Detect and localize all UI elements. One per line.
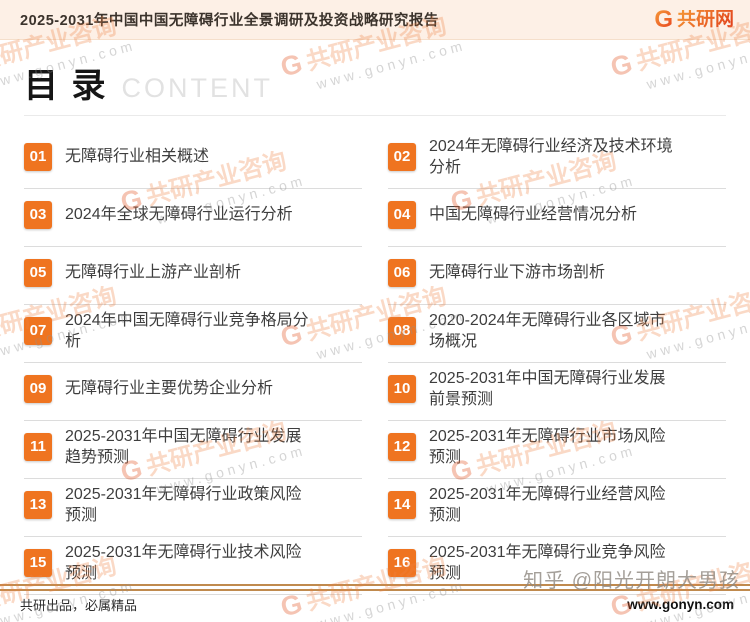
toc-item-number: 13 (24, 490, 52, 519)
toc-item-05[interactable]: 05 无障碍行业上游产业剖析 (24, 247, 362, 305)
toc-item-number: 03 (24, 200, 52, 229)
toc-item-12[interactable]: 12 2025-2031年无障碍行业市场风险预测 (388, 421, 726, 479)
toc-item-01[interactable]: 01 无障碍行业相关概述 (24, 131, 362, 189)
toc-item-number: 06 (388, 258, 416, 287)
toc-subtitle: CONTENT (121, 73, 273, 103)
toc-item-title: 2024年全球无障碍行业运行分析 (65, 206, 293, 223)
toc-item-number: 05 (24, 258, 52, 287)
toc-heading-divider (24, 115, 726, 116)
toc-item-title: 中国无障碍行业经营情况分析 (429, 206, 638, 223)
toc-item-title: 2025-2031年无障碍行业技术风险预测 (65, 543, 302, 582)
toc-item-03[interactable]: 03 2024年全球无障碍行业运行分析 (24, 189, 362, 247)
toc-item-09[interactable]: 09 无障碍行业主要优势企业分析 (24, 363, 362, 421)
toc-item-11[interactable]: 11 2025-2031年中国无障碍行业发展趋势预测 (24, 421, 362, 479)
toc-item-06[interactable]: 06 无障碍行业下游市场剖析 (388, 247, 726, 305)
toc-main: 目 录 CONTENT 01 无障碍行业相关概述 02 2024年无障碍行业经济… (24, 40, 726, 595)
toc-item-number: 11 (24, 432, 52, 461)
toc-item-title: 2025-2031年无障碍行业市场风险预测 (429, 427, 666, 466)
toc-item-number: 08 (388, 316, 416, 345)
toc-item-07[interactable]: 07 2024年中国无障碍行业竞争格局分析 (24, 305, 362, 363)
toc-item-title: 无障碍行业下游市场剖析 (429, 264, 606, 281)
toc-item-title: 2025-2031年无障碍行业竞争风险预测 (429, 543, 666, 582)
toc-item-title: 无障碍行业上游产业剖析 (65, 264, 242, 281)
page-footer: 共研出品，必属精品 www.gonyn.com (20, 595, 734, 614)
toc-item-number: 15 (24, 548, 52, 577)
toc-item-number: 02 (388, 142, 416, 171)
toc-item-number: 10 (388, 374, 416, 403)
toc-item-04[interactable]: 04 中国无障碍行业经营情况分析 (388, 189, 726, 247)
page-header: 2025-2031年中国中国无障碍行业全景调研及投资战略研究报告 G 共研网 (0, 0, 750, 40)
toc-item-13[interactable]: 13 2025-2031年无障碍行业政策风险预测 (24, 479, 362, 537)
toc-item-title: 无障碍行业相关概述 (65, 148, 210, 165)
toc-item-title: 无障碍行业主要优势企业分析 (65, 380, 274, 397)
toc-item-number: 12 (388, 432, 416, 461)
toc-item-title: 2025-2031年中国无障碍行业发展前景预测 (429, 369, 666, 408)
report-toc-page: 2025-2031年中国中国无障碍行业全景调研及投资战略研究报告 G 共研网 目… (0, 0, 750, 622)
toc-grid: 01 无障碍行业相关概述 02 2024年无障碍行业经济及技术环境分析 03 2… (24, 131, 726, 595)
toc-item-title: 2024年中国无障碍行业竞争格局分析 (65, 311, 309, 350)
brand-logo: G 共研网 (654, 5, 734, 33)
footer-slogan: 共研出品，必属精品 (20, 598, 138, 613)
toc-item-number: 16 (388, 548, 416, 577)
brand-logo-g-icon: G (654, 5, 673, 33)
toc-item-title: 2020-2024年无障碍行业各区域市场概况 (429, 311, 666, 350)
toc-item-10[interactable]: 10 2025-2031年中国无障碍行业发展前景预测 (388, 363, 726, 421)
toc-title: 目 录 (24, 67, 108, 105)
toc-item-number: 07 (24, 316, 52, 345)
toc-item-title: 2024年无障碍行业经济及技术环境分析 (429, 137, 673, 176)
footer-double-rule (0, 584, 750, 591)
toc-item-title: 2025-2031年无障碍行业政策风险预测 (65, 485, 302, 524)
toc-item-14[interactable]: 14 2025-2031年无障碍行业经营风险预测 (388, 479, 726, 537)
toc-item-number: 01 (24, 142, 52, 171)
toc-item-number: 14 (388, 490, 416, 519)
toc-item-number: 04 (388, 200, 416, 229)
toc-item-title: 2025-2031年无障碍行业经营风险预测 (429, 485, 666, 524)
toc-item-02[interactable]: 02 2024年无障碍行业经济及技术环境分析 (388, 131, 726, 189)
toc-heading: 目 录 CONTENT (24, 58, 726, 107)
toc-item-08[interactable]: 08 2020-2024年无障碍行业各区域市场概况 (388, 305, 726, 363)
toc-item-number: 09 (24, 374, 52, 403)
toc-item-title: 2025-2031年中国无障碍行业发展趋势预测 (65, 427, 302, 466)
footer-website: www.gonyn.com (627, 597, 734, 612)
brand-logo-text: 共研网 (676, 9, 734, 30)
report-title: 2025-2031年中国中国无障碍行业全景调研及投资战略研究报告 (20, 13, 439, 29)
